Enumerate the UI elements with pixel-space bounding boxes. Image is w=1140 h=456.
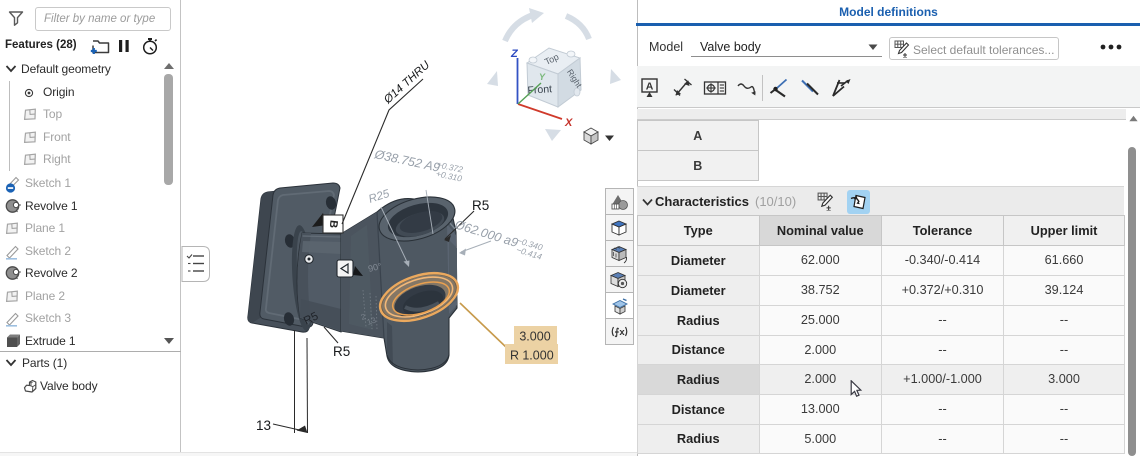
svg-text:R5: R5 [472, 198, 489, 213]
svg-text:A: A [646, 81, 654, 93]
svg-text:R5: R5 [333, 344, 350, 359]
svg-text:13: 13 [256, 418, 271, 433]
svg-text:R25: R25 [367, 188, 391, 206]
svg-text:Ø38.752 A9: Ø38.752 A9 [372, 147, 441, 175]
svg-text:Z: Z [510, 48, 519, 60]
svg-text:3.000: 3.000 [519, 330, 550, 344]
svg-text:⨍x: ⨍x [614, 327, 625, 338]
svg-text:X: X [564, 117, 573, 129]
svg-text:B: B [327, 219, 340, 228]
svg-text:1.000: 1.000 [522, 349, 553, 363]
svg-text:R: R [510, 349, 519, 363]
svg-text:Y: Y [539, 72, 546, 82]
svg-text:Ø62.000 a9: Ø62.000 a9 [452, 217, 520, 250]
svg-text:Ø14 THRU: Ø14 THRU [381, 59, 433, 107]
svg-text:Front: Front [527, 83, 552, 97]
